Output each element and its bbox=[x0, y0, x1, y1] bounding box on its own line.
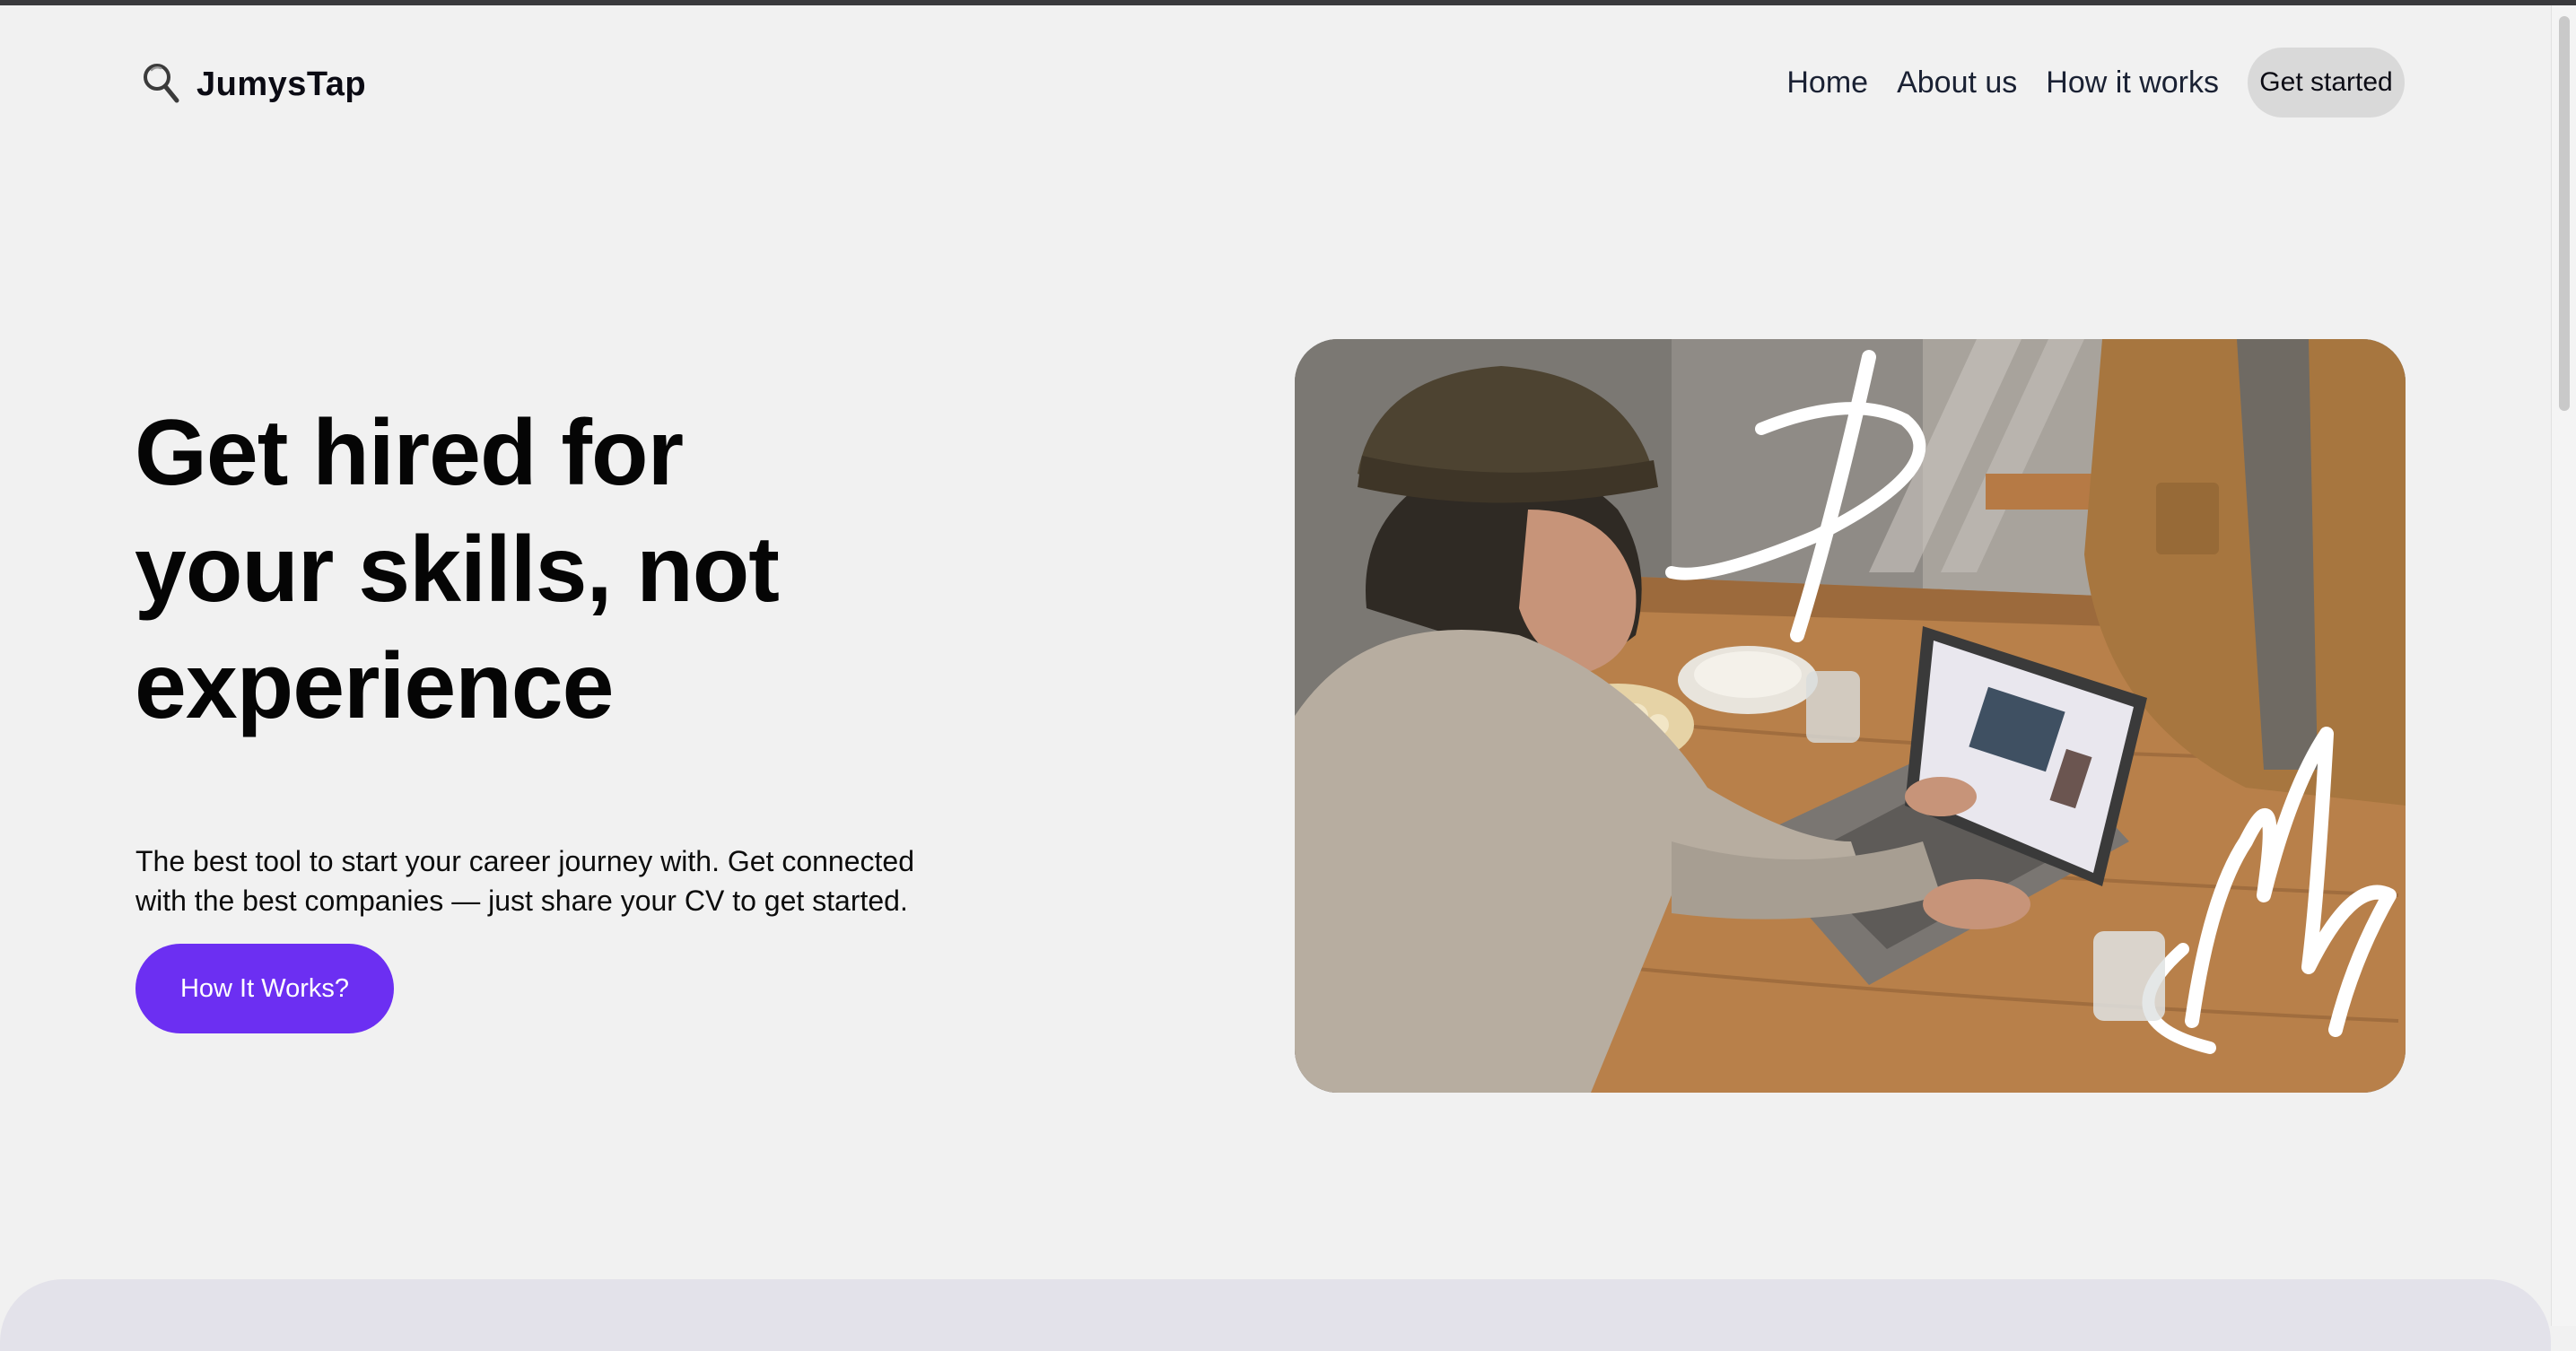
how-it-works-button[interactable]: How It Works? bbox=[135, 944, 394, 1033]
scrollbar-thumb[interactable] bbox=[2559, 16, 2570, 411]
main-nav: Home About us How it works Get started bbox=[1786, 48, 2405, 118]
magnifier-icon bbox=[144, 64, 179, 103]
nav-home-link[interactable]: Home bbox=[1786, 65, 1868, 100]
hero-photo-illustration bbox=[1295, 339, 2406, 1093]
hero-title-line: Get hired for bbox=[135, 401, 684, 505]
nav-about-link[interactable]: About us bbox=[1897, 65, 2017, 100]
next-section-peek bbox=[0, 1279, 2551, 1351]
brand-logo[interactable]: JumysTap bbox=[139, 57, 366, 111]
page-scrollbar[interactable] bbox=[2551, 5, 2576, 1326]
hero-subtitle: The best tool to start your career journ… bbox=[135, 841, 1033, 920]
hero-title: Get hired for your skills, not experienc… bbox=[135, 395, 1014, 745]
nav-how-it-works-link[interactable]: How it works bbox=[2046, 65, 2219, 100]
get-started-button[interactable]: Get started bbox=[2248, 48, 2405, 118]
hero-image bbox=[1295, 339, 2406, 1093]
hero-subtitle-line: The best tool to start your career journ… bbox=[135, 845, 914, 877]
site-header: JumysTap Home About us How it works Get … bbox=[0, 5, 2551, 162]
brand-name: JumysTap bbox=[196, 65, 367, 103]
hero-title-line: your skills, not bbox=[135, 518, 780, 622]
hero-title-line: experience bbox=[135, 634, 614, 738]
hero-subtitle-line: with the best companies — just share you… bbox=[135, 885, 908, 917]
